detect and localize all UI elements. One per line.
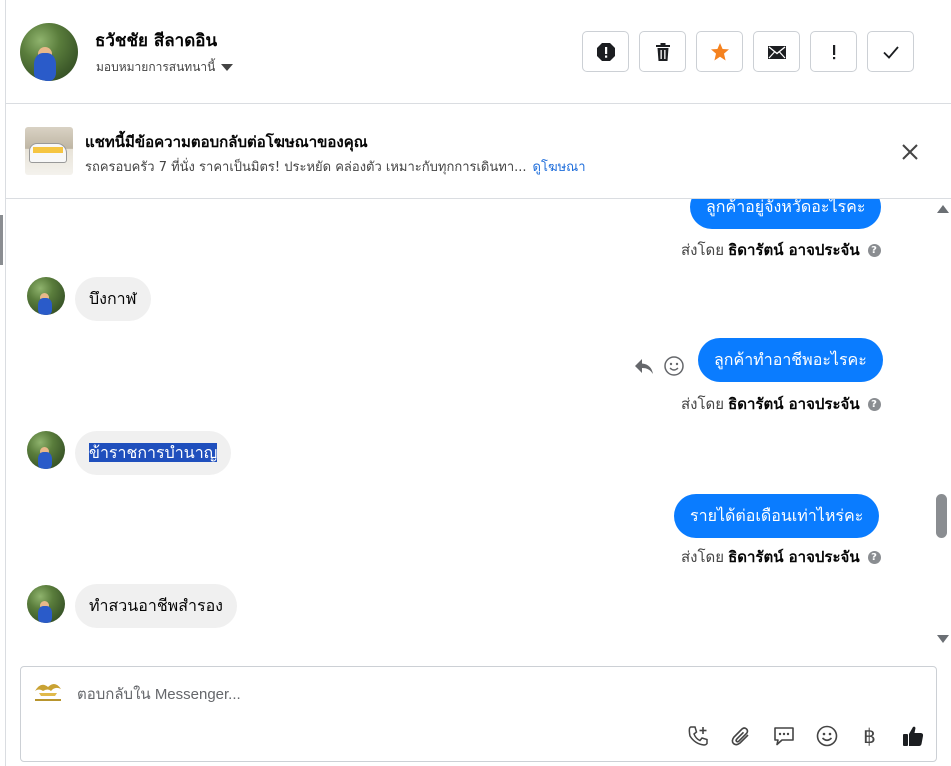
like-button[interactable] [900, 723, 925, 748]
envelope-icon [767, 45, 786, 59]
ad-description-text: รถครอบครัว 7 ที่นั่ง ราคาเป็นมิตร! ประหย… [85, 160, 527, 175]
help-icon[interactable]: ? [867, 550, 881, 564]
star-icon [710, 42, 729, 60]
help-icon[interactable]: ? [867, 243, 881, 257]
page-logo-icon [35, 683, 61, 701]
thumbs-up-icon [902, 726, 923, 746]
scrollbar-thumb[interactable] [936, 494, 947, 538]
conversation-header: ธวัชชัย สีลาดอิน มอบหมายการสนทนานี้ [6, 0, 951, 104]
incoming-message[interactable]: ข้าราชการบำนาญ [75, 431, 232, 475]
ad-thumbnail[interactable] [25, 127, 73, 175]
alert-octagon-icon [596, 42, 615, 61]
avatar[interactable] [27, 277, 65, 315]
emoji-button[interactable] [814, 723, 839, 748]
outgoing-message[interactable]: ลูกค้าอยู่จังหวัดอะไรคะ [690, 199, 882, 229]
ad-banner-title: แชทนี้มีข้อความตอบกลับต่อโฆษณาของคุณ [85, 133, 368, 151]
call-button[interactable] [685, 723, 710, 748]
sender-name: ธิดารัตน์ อาจประจัน [728, 395, 860, 413]
selected-text[interactable]: ข้าราชการบำนาญ [89, 443, 218, 462]
phone-plus-icon [688, 725, 708, 746]
incoming-message[interactable]: บึงกาฬ [75, 277, 151, 321]
composer-toolbar: ฿ [685, 723, 925, 748]
sent-by-label: ส่งโดย ธิดารัตน์ อาจประจัน ? [681, 238, 881, 262]
assign-conversation-dropdown[interactable]: มอบหมายการสนทนานี้ [96, 58, 234, 77]
ad-banner-description: รถครอบครัว 7 ที่นั่ง ราคาเป็นมิตร! ประหย… [85, 156, 586, 177]
incoming-message[interactable]: ทำสวนอาชีพสำรอง [75, 584, 237, 628]
delete-button[interactable] [639, 31, 686, 72]
attach-button[interactable] [728, 723, 753, 748]
check-icon [882, 45, 899, 59]
reply-composer: ฿ [20, 666, 937, 762]
help-icon[interactable]: ? [867, 397, 881, 411]
star-button[interactable] [696, 31, 743, 72]
reply-input[interactable] [77, 679, 857, 709]
chat-bubble-icon [773, 726, 794, 745]
scroll-down-arrow-icon[interactable] [937, 635, 949, 643]
thread-scrollbar[interactable] [934, 199, 951, 651]
chevron-down-icon [221, 64, 234, 71]
mark-done-button[interactable] [867, 31, 914, 72]
avatar[interactable] [27, 585, 65, 623]
emoji-icon [816, 725, 837, 746]
assign-label: มอบหมายการสนทนานี้ [96, 60, 216, 74]
close-icon[interactable] [900, 142, 920, 162]
paperclip-icon [731, 726, 749, 745]
contact-name[interactable]: ธวัชชัย สีลาดอิน [95, 27, 217, 54]
outgoing-message[interactable]: รายได้ต่อเดือนเท่าไหร่คะ [674, 494, 880, 538]
view-ad-link[interactable]: ดูโฆษณา [533, 160, 586, 175]
header-actions [582, 31, 914, 72]
avatar[interactable] [27, 431, 65, 469]
saved-replies-button[interactable] [771, 723, 796, 748]
mark-unread-button[interactable] [753, 31, 800, 72]
follow-up-button[interactable] [810, 31, 857, 72]
sender-name: ธิดารัตน์ อาจประจัน [728, 241, 860, 259]
sent-by-label: ส่งโดย ธิดารัตน์ อาจประจัน ? [681, 545, 881, 569]
mark-spam-button[interactable] [582, 31, 629, 72]
scroll-up-arrow-icon[interactable] [937, 205, 949, 213]
trash-icon [655, 42, 670, 61]
exclamation-icon [832, 44, 835, 59]
outgoing-message[interactable]: ลูกค้าทำอาชีพอะไรคะ [698, 338, 883, 382]
ad-reply-banner: แชทนี้มีข้อความตอบกลับต่อโฆษณาของคุณ รถค… [6, 104, 951, 199]
payment-button[interactable]: ฿ [857, 723, 882, 748]
sender-name: ธิดารัตน์ อาจประจัน [728, 548, 860, 566]
contact-avatar[interactable] [20, 23, 78, 81]
reply-icon[interactable] [633, 355, 655, 377]
react-emoji-icon[interactable] [663, 355, 685, 377]
sent-by-label: ส่งโดย ธิดารัตน์ อาจประจัน ? [681, 392, 881, 416]
panel-resize-handle[interactable] [0, 215, 3, 265]
message-thread: ลูกค้าอยู่จังหวัดอะไรคะ ส่งโดย ธิดารัตน์… [6, 199, 951, 651]
message-hover-tools [633, 355, 685, 377]
